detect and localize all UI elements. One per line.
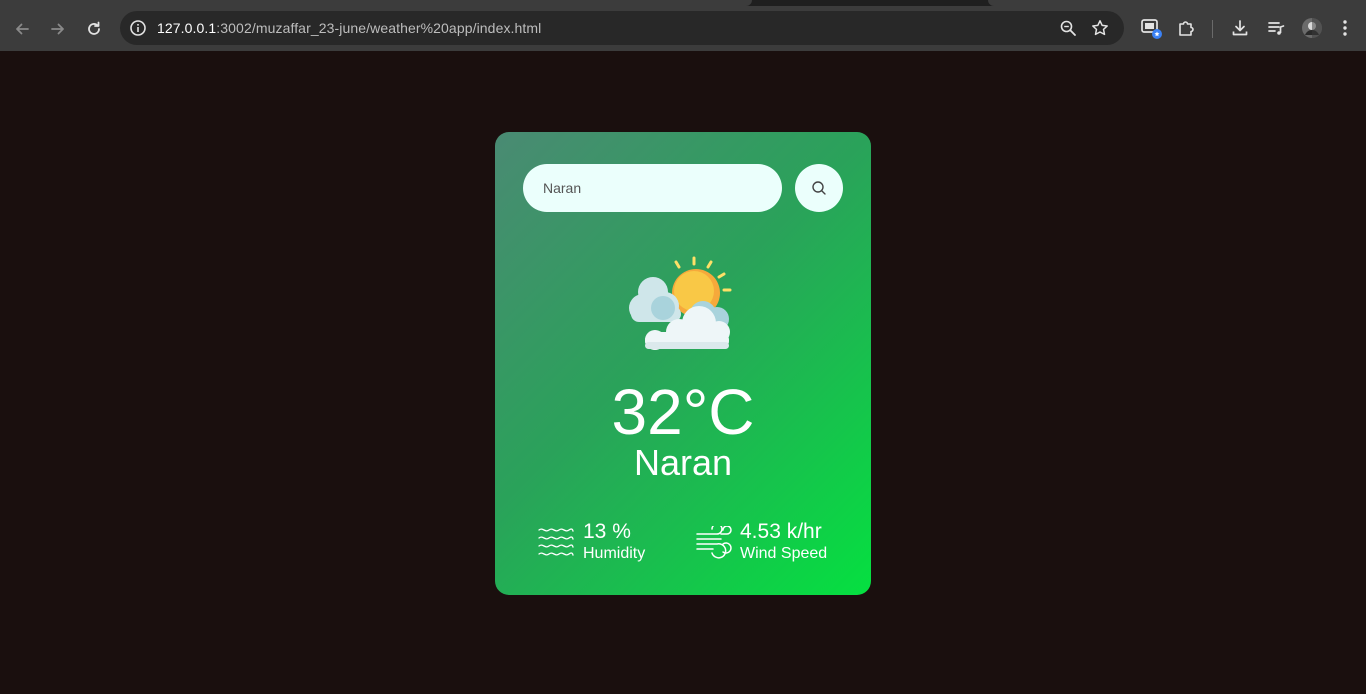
forward-button[interactable] — [43, 14, 73, 44]
star-icon — [1092, 20, 1108, 36]
humidity-detail: 13 % Humidity — [537, 520, 667, 564]
arrow-right-icon — [51, 23, 64, 35]
site-info-button[interactable] — [128, 18, 148, 38]
wind-icon — [696, 526, 732, 559]
zoom-button[interactable] — [1058, 18, 1078, 38]
back-button[interactable] — [7, 14, 37, 44]
sun-behind-clouds-icon — [629, 256, 732, 350]
search-icon — [812, 181, 826, 195]
url-text[interactable]: 127.0.0.1:3002/muzaffar_23-june/weather%… — [157, 20, 541, 36]
address-bar[interactable]: 127.0.0.1:3002/muzaffar_23-june/weather%… — [120, 11, 1124, 45]
downloads-button[interactable] — [1228, 16, 1252, 40]
profile-button[interactable] — [1300, 16, 1324, 40]
zoom-icon — [1060, 20, 1076, 36]
avatar — [1302, 18, 1322, 38]
humidity-label: Humidity — [583, 545, 646, 562]
wind-detail: 4.53 k/hr Wind Speed — [695, 520, 845, 564]
info-icon — [130, 20, 146, 36]
browser-toolbar: 127.0.0.1:3002/muzaffar_23-june/weather%… — [0, 6, 1366, 51]
bookmark-button[interactable] — [1090, 18, 1110, 38]
arrow-left-icon — [16, 23, 29, 35]
more-vert-icon — [1343, 20, 1347, 36]
humidity-icon — [538, 528, 574, 556]
city-search-input[interactable] — [523, 164, 782, 212]
toolbar-divider — [1212, 20, 1213, 38]
humidity-value: 13 % — [583, 520, 631, 543]
wind-speed-value: 4.53 k/hr — [740, 520, 822, 543]
tab-badge-icon — [1141, 19, 1162, 39]
media-playlist-icon — [1268, 22, 1285, 35]
search-button[interactable] — [795, 164, 843, 212]
download-icon — [1232, 20, 1248, 36]
wind-speed-label: Wind Speed — [740, 545, 828, 562]
url-path: :3002/muzaffar_23-june/weather%20app/ind… — [216, 20, 542, 36]
extensions-button[interactable] — [1175, 16, 1199, 40]
tab-search-button[interactable] — [1140, 16, 1164, 40]
temperature: 32°C — [611, 376, 755, 448]
weather-card: 32°C Naran 13 % Humidity 4.53 k/hr — [495, 132, 871, 595]
puzzle-icon — [1179, 21, 1194, 36]
url-host: 127.0.0.1 — [157, 20, 217, 36]
media-control-button[interactable] — [1264, 16, 1288, 40]
reload-button[interactable] — [79, 14, 109, 44]
reload-icon — [88, 21, 100, 35]
city-name: Naran — [633, 442, 733, 483]
browser-menu-button[interactable] — [1333, 16, 1357, 40]
